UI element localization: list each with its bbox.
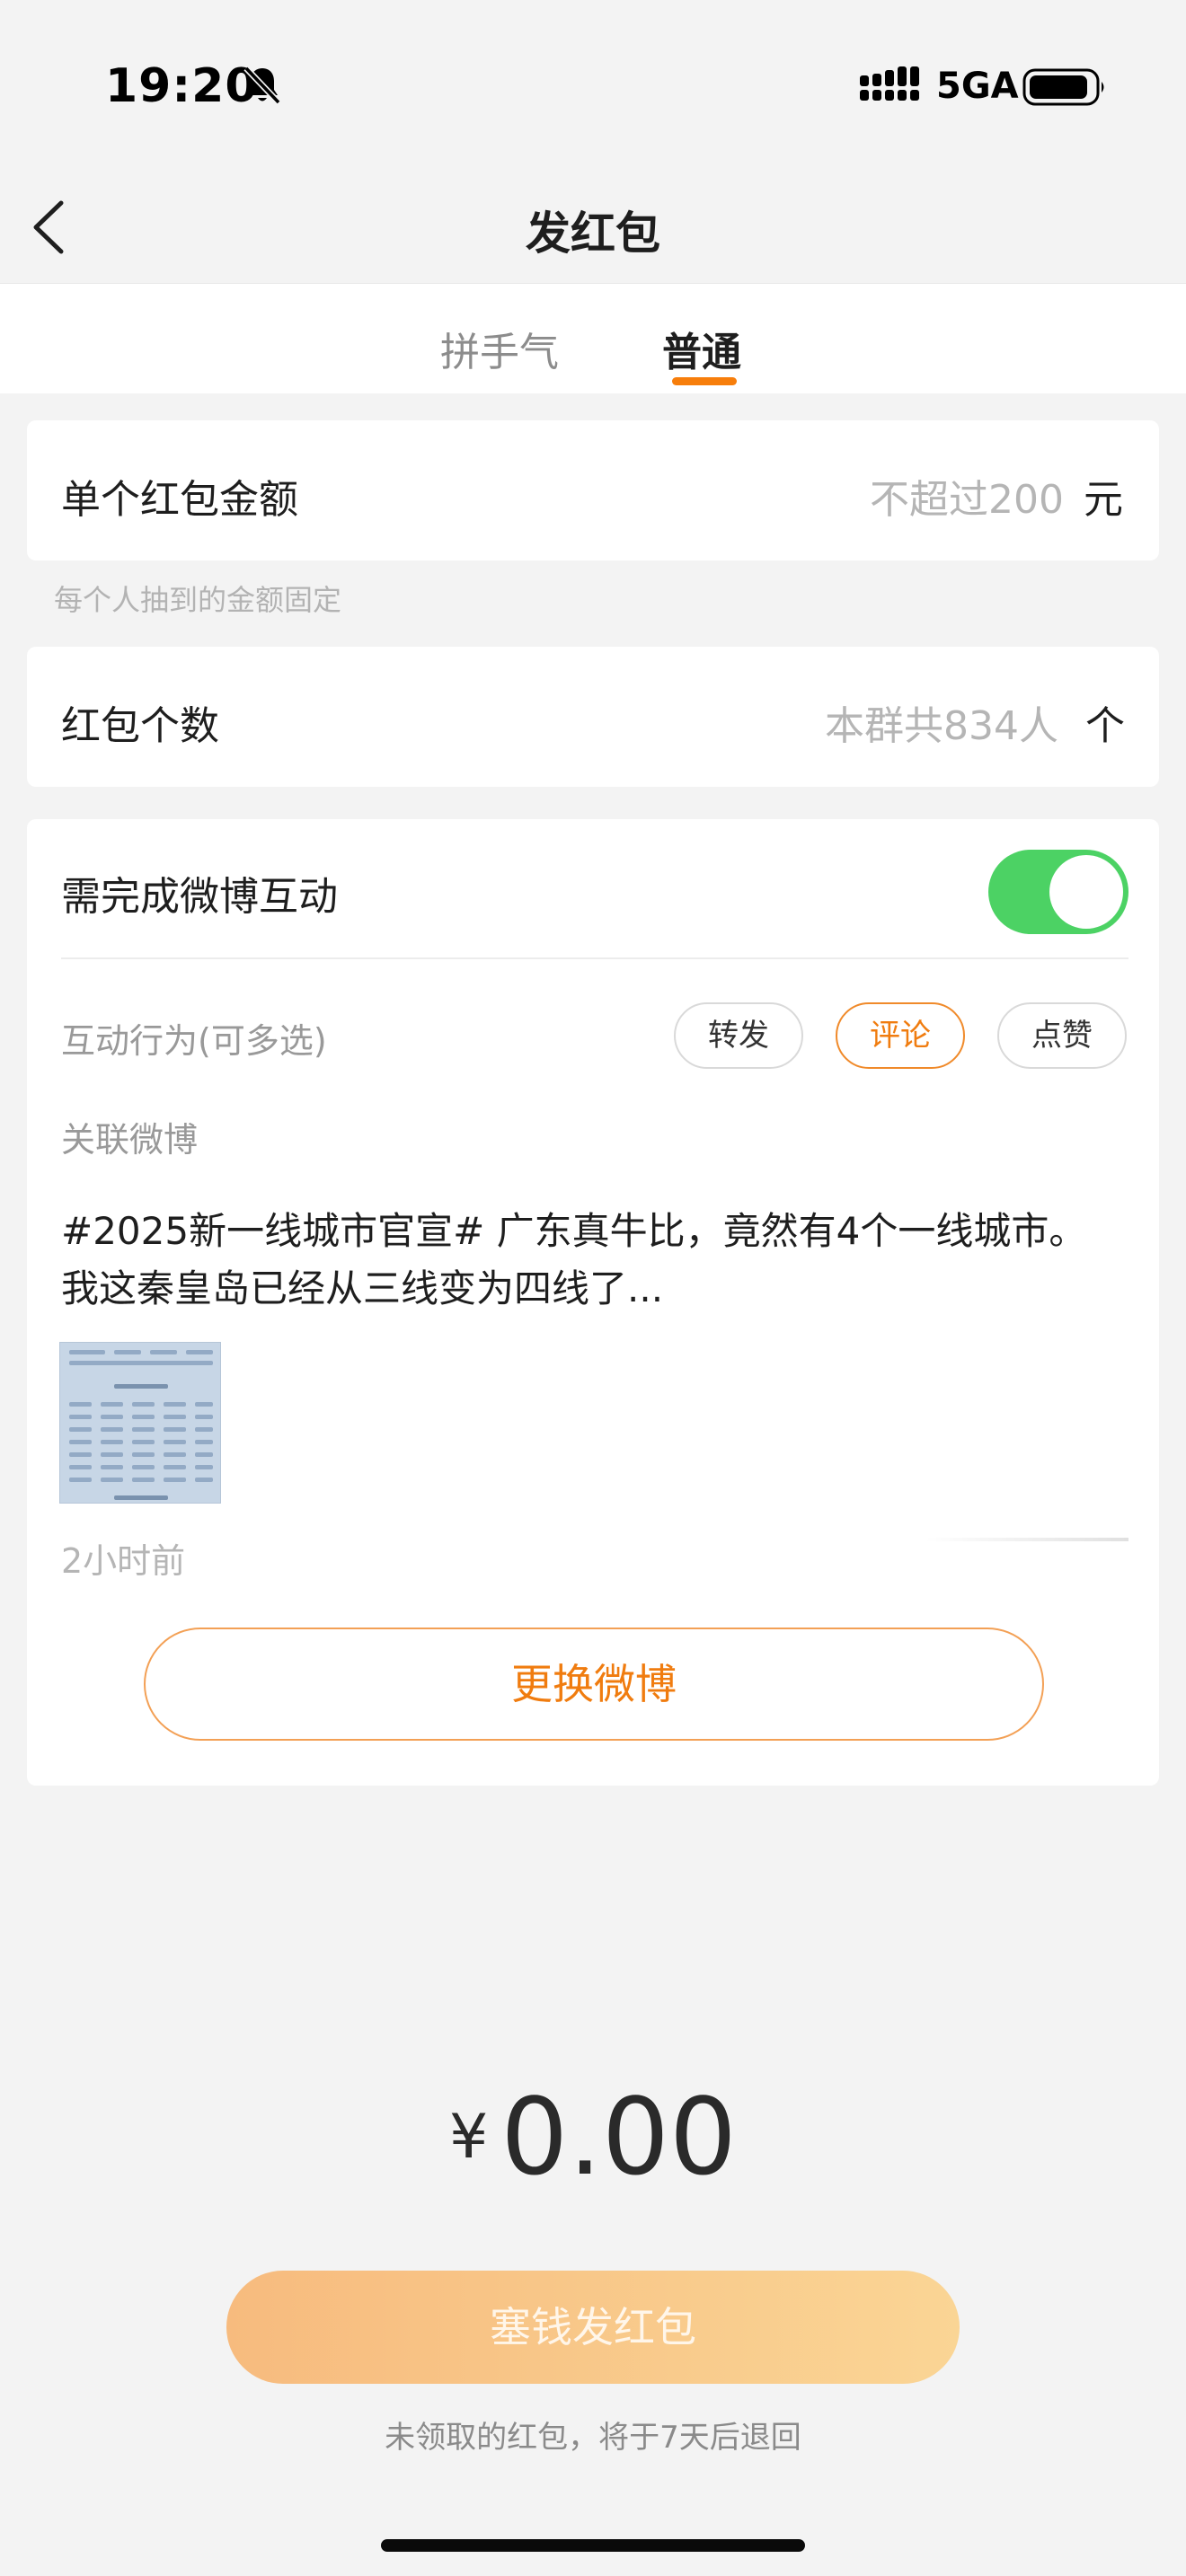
count-unit: 个: [1085, 703, 1125, 749]
page-title: 发红包: [526, 207, 660, 260]
tab-lucky[interactable]: 拼手气: [440, 320, 559, 377]
action-label: 互动行为(可多选): [61, 1021, 327, 1061]
tab-bar: 拼手气 普通: [0, 284, 1186, 393]
post-text: #2025新一线城市官宣# 广东真牛比，竟然有4个一线城市。 我这秦皇岛已经从三…: [61, 1203, 1139, 1318]
interaction-label: 需完成微博互动: [61, 874, 338, 920]
tab-indicator: [672, 377, 737, 385]
count-label: 红包个数: [61, 703, 219, 749]
status-bar: 19:20 5GA: [0, 0, 1186, 171]
chip-comment[interactable]: 评论: [836, 1002, 965, 1069]
post-text-line2: 我这秦皇岛已经从三线变为四线了...: [61, 1266, 664, 1310]
refund-note: 未领取的红包，将于7天后退回: [385, 2420, 801, 2456]
home-indicator: [381, 2539, 805, 2552]
currency-symbol: ¥: [449, 2102, 489, 2173]
chip-like[interactable]: 点赞: [997, 1002, 1127, 1069]
interaction-card: 需完成微博互动 互动行为(可多选) 转发 评论 点赞 关联微博 #2025新一线…: [27, 819, 1159, 1786]
send-red-packet-button[interactable]: 塞钱发红包: [226, 2271, 960, 2384]
linked-weibo-label: 关联微博: [61, 1120, 199, 1160]
status-time: 19:20: [105, 59, 259, 113]
divider: [61, 957, 1128, 959]
signal-icon: [860, 66, 919, 101]
post-time: 2小时前: [61, 1541, 186, 1581]
battery-icon: [1022, 68, 1104, 106]
toggle-knob: [1049, 855, 1123, 929]
network-type: 5GA: [936, 66, 1019, 107]
count-input[interactable]: 本群共834人: [825, 693, 1058, 751]
post-text-line1: #2025新一线城市官宣# 广东真牛比，竟然有4个一线城市。: [61, 1209, 1087, 1253]
amount-unit: 元: [1084, 477, 1123, 523]
amount-value: 0.00: [500, 2075, 737, 2199]
total-amount: ¥0.00: [0, 2075, 1186, 2199]
tab-normal[interactable]: 普通: [662, 320, 741, 377]
count-card[interactable]: 红包个数 本群共834人 个: [27, 647, 1159, 787]
amount-input[interactable]: 不超过200: [870, 467, 1064, 525]
amount-hint: 每个人抽到的金额固定: [54, 583, 342, 617]
fade-divider: [925, 1538, 1128, 1541]
amount-card[interactable]: 单个红包金额 不超过200 元: [27, 420, 1159, 560]
interaction-toggle[interactable]: [988, 850, 1128, 934]
change-weibo-button[interactable]: 更换微博: [144, 1628, 1044, 1741]
amount-label: 单个红包金额: [61, 477, 298, 523]
nav-bar: 发红包: [0, 171, 1186, 285]
chip-repost[interactable]: 转发: [674, 1002, 803, 1069]
bell-slash-icon: [243, 66, 281, 105]
post-image: [59, 1342, 221, 1504]
